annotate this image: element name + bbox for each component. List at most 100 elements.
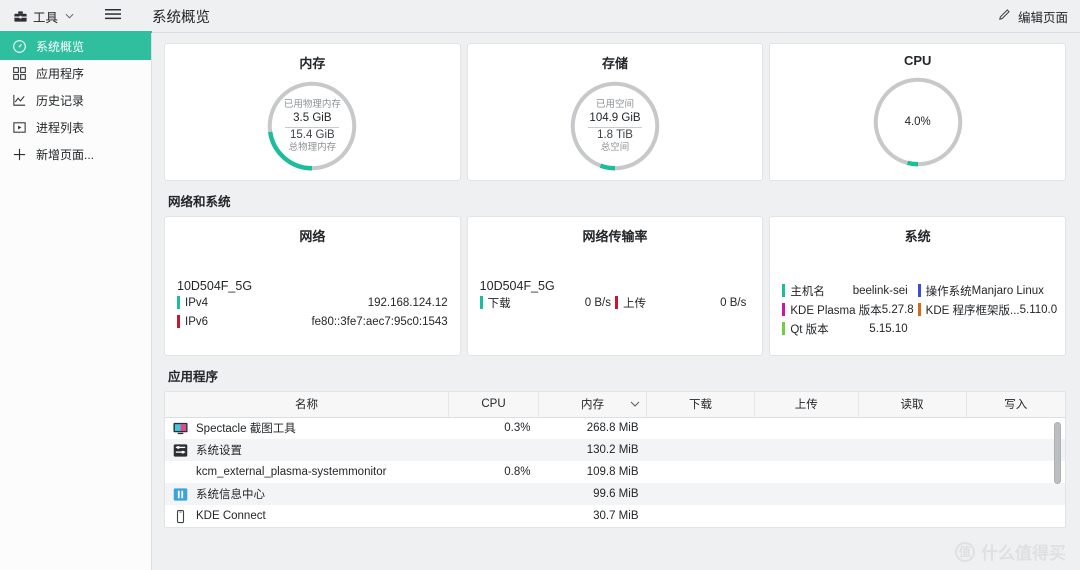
table-row[interactable]: KDE Connect 30.7 MiB [165, 505, 1065, 527]
plus-icon [11, 147, 27, 163]
transfer-ssid: 10D504F_5G [479, 279, 555, 293]
column-label: 读取 [900, 399, 924, 412]
hostname-row: 主机名 beelink-sei [782, 281, 917, 300]
system-info-card: 系统 主机名 beelink-sei KDE Plasma 版本 5.27.8 … [769, 216, 1067, 356]
app-name-label: 系统信息中心 [196, 489, 265, 501]
cell-name: 系统设置 [165, 439, 449, 461]
download-label: 下载 [487, 297, 511, 310]
cpu-card-title: CPU [903, 53, 932, 68]
sidebar-label-overview: 系统概览 [36, 40, 85, 54]
column-header-upload[interactable]: 上传 [754, 392, 859, 418]
tools-label: 工具 [33, 10, 59, 25]
gauge-icon [11, 39, 27, 55]
column-header-memory[interactable]: 内存 [538, 392, 647, 418]
cell-cpu: 0.8% [504, 466, 531, 478]
upload-value: 0 B/s [720, 296, 747, 309]
storage-card-title: 存储 [602, 56, 629, 71]
memory-card-title: 内存 [299, 56, 326, 71]
column-header-write[interactable]: 写入 [966, 392, 1065, 418]
memory-total-value: 15.4 GiB [289, 129, 335, 141]
frameworks-value: 5.110.0 [1019, 303, 1058, 316]
table-row[interactable]: Spectacle 截图工具 0.3% 268.8 MiB [165, 417, 1065, 439]
table-row[interactable]: 系统信息中心 99.6 MiB [165, 483, 1065, 505]
network-ssid: 10D504F_5G [177, 279, 253, 293]
table-row[interactable]: 系统设置 130.2 MiB [165, 439, 1065, 461]
sidebar-item-overview[interactable]: 系统概览 [0, 33, 151, 60]
column-header-cpu[interactable]: CPU [448, 392, 539, 418]
column-header-download[interactable]: 下载 [646, 392, 755, 418]
table-scrollbar-thumb[interactable] [1054, 422, 1061, 484]
cell-download [647, 417, 755, 439]
cell-name: KDE Connect [165, 505, 449, 527]
cell-write [966, 483, 1065, 505]
system-info-right-column: 操作系统 Manjaro Linux KDE 程序框架版... 5.110.0 [917, 281, 1057, 338]
network-ipv4-row: IPv4 192.168.124.12 [177, 293, 448, 312]
cell-memory: 268.8 MiB [586, 422, 639, 435]
cell-name: Spectacle 截图工具 [165, 417, 449, 439]
top-toolbar: 工具 系统概览 编辑页面 [0, 0, 1080, 33]
frameworks-color-swatch [917, 303, 921, 316]
cell-read [858, 439, 966, 461]
ipv6-value: fe80::3fe7:aec7:95c0:1543 [311, 315, 448, 328]
table-body: Spectacle 截图工具 0.3% 268.8 MiB 系统设置 130.2 MiB… [165, 417, 1065, 527]
table-header-row: 名称 CPU 内存 下载 上传 读取 写入 [165, 392, 1065, 418]
hamburger-menu-button[interactable] [98, 0, 128, 33]
qt-color-swatch [782, 322, 786, 335]
sidebar-item-applications[interactable]: 应用程序 [0, 60, 151, 87]
column-label: 写入 [1004, 399, 1028, 412]
memory-used-value: 3.5 GiB [293, 112, 332, 124]
sidebar-label-add-page: 新增页面... [36, 148, 95, 162]
hamburger-menu-icon [105, 7, 122, 25]
cell-cpu [449, 505, 539, 527]
os-color-swatch [917, 284, 921, 297]
os-row: 操作系统 Manjaro Linux [917, 281, 1053, 300]
watermark: 值 什么值得买 [955, 539, 1066, 564]
cell-download [647, 483, 755, 505]
chevron-down-icon [65, 12, 74, 21]
table-scrollbar[interactable] [1052, 418, 1063, 525]
network-section-heading: 网络和系统 [168, 195, 231, 209]
network-ipv6-row: IPv6 fe80::3fe7:aec7:95c0:1543 [177, 312, 448, 331]
network-card: 网络 10D504F_5G IPv4 192.168.124.12 IPv6 f… [164, 216, 461, 356]
column-header-read[interactable]: 读取 [858, 392, 967, 418]
table-row[interactable]: kcm_external_plasma-systemmonitor 0.8% 109… [165, 461, 1065, 483]
column-header-name[interactable]: 名称 [165, 392, 449, 418]
cell-upload [755, 505, 859, 527]
sidebar-item-history[interactable]: 历史记录 [0, 87, 151, 114]
cell-read [858, 483, 966, 505]
cell-read [858, 505, 966, 527]
cpu-gauge: 4.0% [770, 68, 1065, 176]
upload-group: 上传 0 B/s [615, 295, 750, 311]
tools-menu-button[interactable]: 工具 [0, 0, 84, 33]
cell-read [858, 461, 966, 483]
memory-card: 内存 已用物理内存 3.5 GiB 15.4 GiB 总物理内存 [164, 43, 461, 181]
ipv4-label: IPv4 [185, 296, 209, 309]
memory-gauge: 已用物理内存 3.5 GiB 15.4 GiB 总物理内存 [165, 72, 460, 180]
cpu-card: CPU 4.0% [769, 43, 1067, 181]
cell-upload [755, 483, 859, 505]
network-row: 网络 10D504F_5G IPv4 192.168.124.12 IPv6 f… [164, 216, 1067, 356]
network-card-title: 网络 [299, 229, 326, 244]
cell-name: kcm_external_plasma-systemmonitor [165, 461, 449, 483]
info-center-app-icon [173, 487, 188, 502]
app-name-label: Spectacle 截图工具 [196, 423, 296, 436]
toolbox-icon [12, 8, 28, 24]
qt-version-row: Qt 版本 5.15.10 [782, 319, 917, 338]
storage-gauge: 已用空间 104.9 GiB 1.8 TiB 总空间 [468, 72, 763, 180]
ipv6-color-swatch [177, 315, 180, 328]
app-name-label: KDE Connect [196, 510, 266, 522]
network-transfer-title: 网络传输率 [582, 229, 648, 244]
cell-upload [755, 417, 859, 439]
edit-page-button[interactable]: 编辑页面 [997, 7, 1080, 26]
sidebar-item-add-page[interactable]: 新增页面... [0, 141, 151, 168]
column-label: 上传 [794, 399, 818, 412]
app-name-label: kcm_external_plasma-systemmonitor [196, 466, 387, 478]
cell-write [966, 417, 1065, 439]
sidebar-item-process-list[interactable]: 进程列表 [0, 114, 151, 141]
cell-memory: 130.2 MiB [586, 444, 639, 456]
frameworks-label: KDE 程序框架版... [925, 304, 1020, 317]
download-value: 0 B/s [584, 296, 611, 309]
watermark-mark: 值 [955, 541, 975, 562]
storage-used-label: 已用空间 [595, 99, 634, 110]
applications-table: 名称 CPU 内存 下载 上传 读取 写入 Spectacle 截图工具 0.3… [164, 391, 1066, 528]
